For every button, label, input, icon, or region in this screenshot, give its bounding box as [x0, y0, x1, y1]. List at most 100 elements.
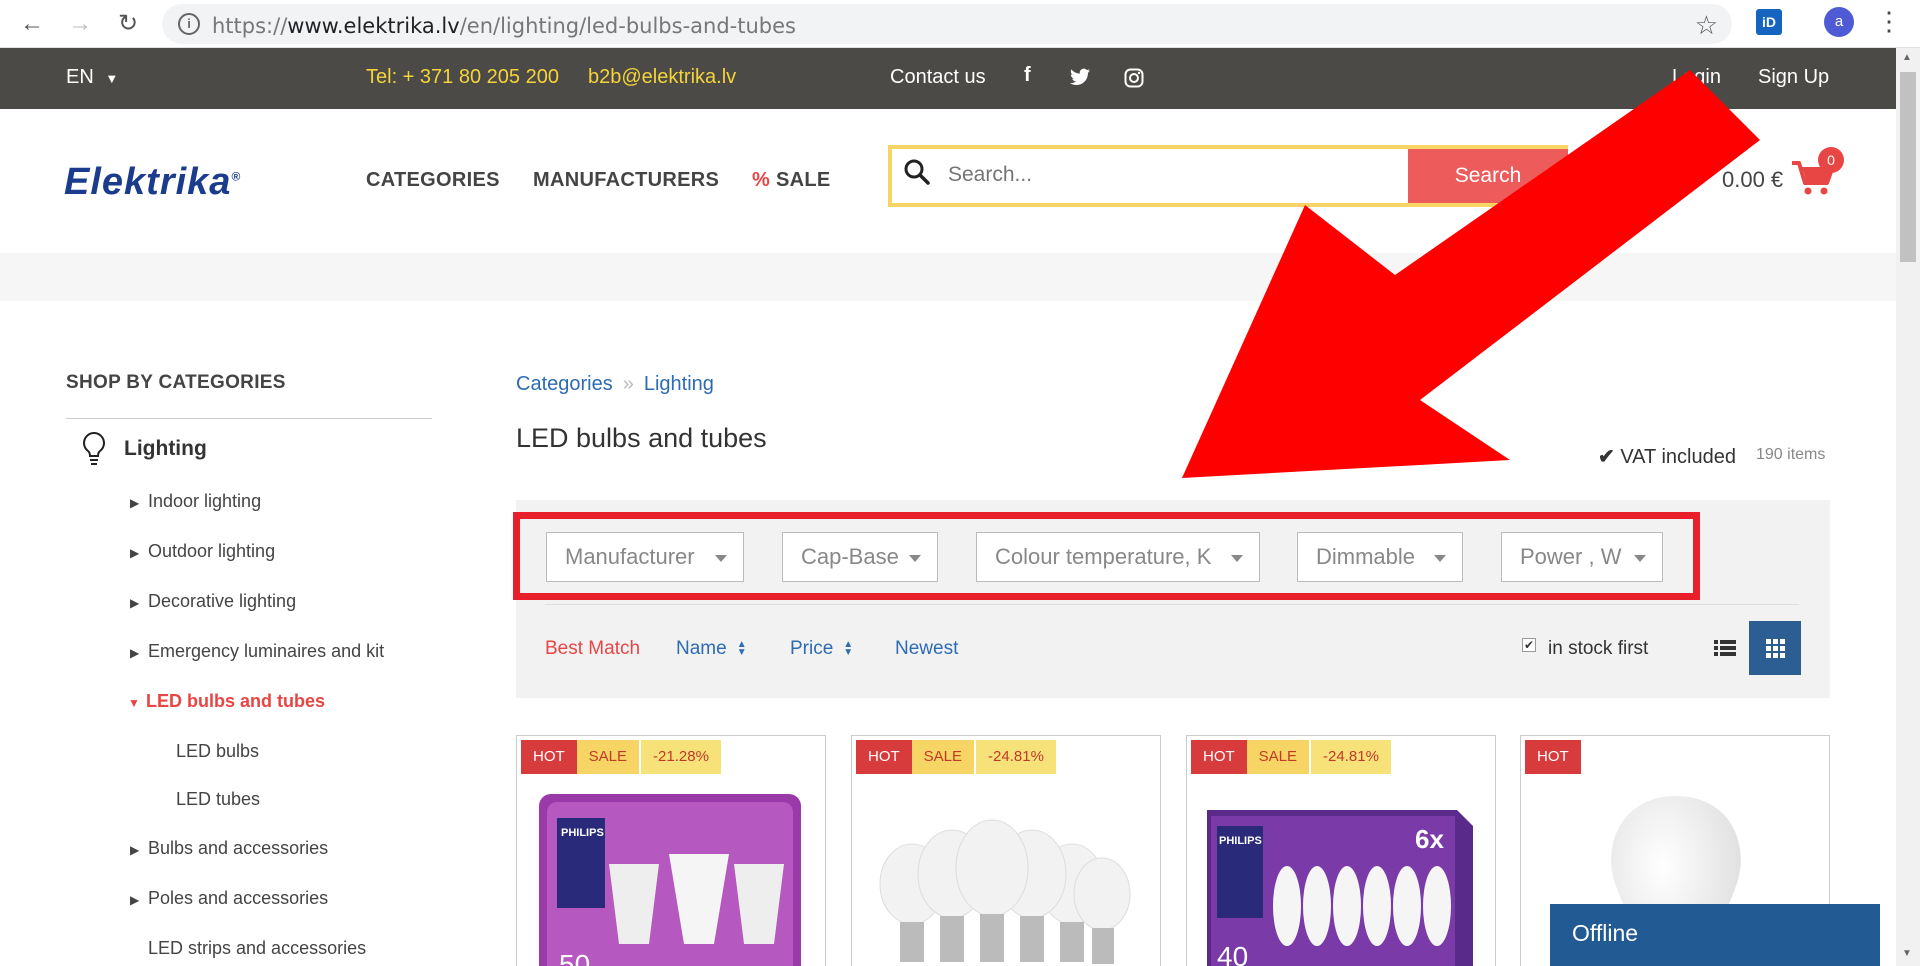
sidebar-item-poles-accessories[interactable]: ▶ Poles and accessories — [130, 888, 328, 909]
sort-arrows-icon: ▲ ▼ — [843, 638, 854, 658]
nav-sale[interactable]: % SALE — [752, 169, 831, 192]
scrollbar-thumb[interactable] — [1900, 72, 1916, 262]
site-logo[interactable]: Elektrika® — [64, 161, 241, 204]
dropdown-caret-icon — [909, 555, 921, 562]
sale-badge: SALE — [1246, 740, 1310, 774]
profile-avatar[interactable]: a — [1824, 7, 1854, 37]
divider — [545, 604, 1799, 605]
in-stock-toggle[interactable]: ✔ in stock first — [1522, 638, 1648, 660]
dropdown-caret-icon — [1434, 555, 1446, 562]
sidebar-item-led-bulbs[interactable]: LED bulbs — [176, 741, 259, 762]
caret-right-icon: ▶ — [130, 893, 140, 907]
extension-icon[interactable]: iD — [1756, 9, 1782, 35]
sidebar-item-emergency[interactable]: ▶ Emergency luminaires and kit — [130, 641, 384, 662]
divider — [66, 418, 432, 419]
page: { "browser": { "url_prefix": "https://",… — [0, 0, 1920, 966]
product-watts: 50 — [559, 949, 590, 966]
annotation-arrow — [1182, 70, 1760, 478]
nav-manufacturers[interactable]: MANUFACTURERS — [533, 169, 719, 192]
dropdown-caret-icon — [715, 555, 727, 562]
twitter-icon[interactable] — [1070, 68, 1090, 86]
phone-link[interactable]: Tel: + 371 80 205 200 — [366, 66, 559, 89]
cart-count-badge: 0 — [1818, 147, 1844, 173]
product-pack: 6x — [1415, 824, 1444, 854]
caret-right-icon: ▶ — [130, 843, 140, 857]
product-brand: PHILIPS — [561, 827, 604, 839]
email-link[interactable]: b2b@elektrika.lv — [588, 66, 736, 89]
sidebar-title: SHOP BY CATEGORIES — [66, 372, 286, 393]
product-tags: HOT SALE -24.81% — [856, 740, 1056, 774]
dropdown-caret-icon — [1634, 555, 1646, 562]
sale-badge: SALE — [911, 740, 975, 774]
sidebar-item-decorative-lighting[interactable]: ▶ Decorative lighting — [130, 591, 296, 612]
filter-cap-base[interactable]: Cap-Base — [782, 532, 938, 582]
sidebar-item-led-bulbs-and-tubes[interactable]: ▼ LED bulbs and tubes — [128, 691, 325, 712]
product-image: 6x PHILIPS 40 — [1207, 810, 1473, 966]
language-selector[interactable]: EN ▼ — [66, 66, 118, 89]
product-tags: HOT — [1525, 740, 1581, 774]
sidebar-item-led-strips[interactable]: LED strips and accessories — [148, 938, 366, 959]
product-brand: PHILIPS — [1219, 835, 1262, 847]
back-arrow-icon[interactable]: ← — [16, 8, 48, 40]
hot-badge: HOT — [1525, 740, 1581, 774]
breadcrumb: Categories » Lighting — [516, 373, 714, 396]
product-card[interactable]: HOT SALE -21.28% PHILIPS 50 — [516, 735, 826, 966]
dropdown-caret-icon — [1231, 555, 1243, 562]
filter-manufacturer[interactable]: Manufacturer — [546, 532, 744, 582]
checkbox-checked-icon[interactable]: ✔ — [1522, 638, 1536, 652]
product-tags: HOT SALE -21.28% — [521, 740, 721, 774]
sort-name[interactable]: Name ▲ ▼ — [676, 638, 747, 660]
browser-toolbar: ← → ↻ i https://www.elektrika.lv/en/ligh… — [0, 0, 1920, 48]
browser-menu-icon[interactable]: ⋮ — [1876, 6, 1902, 37]
grid-view-icon[interactable] — [1749, 621, 1801, 675]
scroll-up-icon[interactable]: ▲ — [1902, 52, 1912, 63]
caret-right-icon: ▶ — [130, 546, 140, 560]
breadcrumb-separator: » — [622, 373, 634, 395]
sort-best-match[interactable]: Best Match — [545, 638, 640, 660]
caret-right-icon: ▶ — [130, 646, 140, 660]
contact-link[interactable]: Contact us — [890, 66, 986, 89]
chat-widget[interactable]: Offline — [1550, 904, 1880, 966]
discount-badge: -24.81% — [976, 740, 1056, 774]
sort-price[interactable]: Price ▲ ▼ — [790, 638, 853, 660]
sort-newest[interactable]: Newest — [895, 638, 958, 660]
list-view-icon[interactable] — [1708, 627, 1742, 669]
breadcrumb-categories[interactable]: Categories — [516, 373, 613, 395]
filter-colour-temperature[interactable]: Colour temperature, K — [976, 532, 1260, 582]
discount-badge: -21.28% — [641, 740, 721, 774]
sale-badge: SALE — [576, 740, 640, 774]
forward-arrow-icon[interactable]: → — [64, 8, 96, 40]
url-text[interactable]: https://www.elektrika.lv/en/lighting/led… — [212, 14, 796, 38]
breadcrumb-lighting[interactable]: Lighting — [644, 373, 714, 395]
caret-down-icon: ▼ — [128, 696, 140, 710]
caret-right-icon: ▶ — [130, 596, 140, 610]
scrollbar[interactable]: ▲ ▼ — [1896, 48, 1920, 966]
nav-categories[interactable]: CATEGORIES — [366, 169, 500, 192]
sort-arrows-icon: ▲ ▼ — [736, 638, 747, 658]
bookmark-star-icon[interactable]: ☆ — [1695, 10, 1718, 41]
facebook-icon[interactable]: f — [1024, 64, 1031, 87]
sidebar-item-outdoor-lighting[interactable]: ▶ Outdoor lighting — [130, 541, 275, 562]
sidebar-item-led-tubes[interactable]: LED tubes — [176, 789, 260, 810]
sidebar-item-lighting[interactable]: Lighting — [124, 437, 207, 461]
instagram-icon[interactable] — [1124, 68, 1144, 88]
hot-badge: HOT — [856, 740, 912, 774]
sidebar-item-bulbs-accessories[interactable]: ▶ Bulbs and accessories — [130, 838, 328, 859]
sidebar-item-indoor-lighting[interactable]: ▶ Indoor lighting — [130, 491, 261, 512]
caret-right-icon: ▶ — [130, 496, 140, 510]
filter-power[interactable]: Power , W — [1501, 532, 1663, 582]
address-bar[interactable]: i https://www.elektrika.lv/en/lighting/l… — [162, 4, 1732, 44]
lightbulb-icon — [83, 431, 105, 465]
page-title: LED bulbs and tubes — [516, 423, 767, 453]
scroll-down-icon[interactable]: ▼ — [1902, 948, 1912, 959]
search-icon — [904, 159, 930, 185]
product-tags: HOT SALE -24.81% — [1191, 740, 1391, 774]
product-card[interactable]: HOT SALE -24.81% 6x PHILIPS 40 — [1186, 735, 1496, 966]
reload-icon[interactable]: ↻ — [112, 8, 144, 40]
filter-dimmable[interactable]: Dimmable — [1297, 532, 1463, 582]
discount-badge: -24.81% — [1311, 740, 1391, 774]
hot-badge: HOT — [521, 740, 577, 774]
product-card[interactable]: HOT SALE -24.81% — [851, 735, 1161, 966]
site-info-icon[interactable]: i — [178, 13, 200, 35]
chevron-down-icon: ▼ — [105, 71, 119, 86]
